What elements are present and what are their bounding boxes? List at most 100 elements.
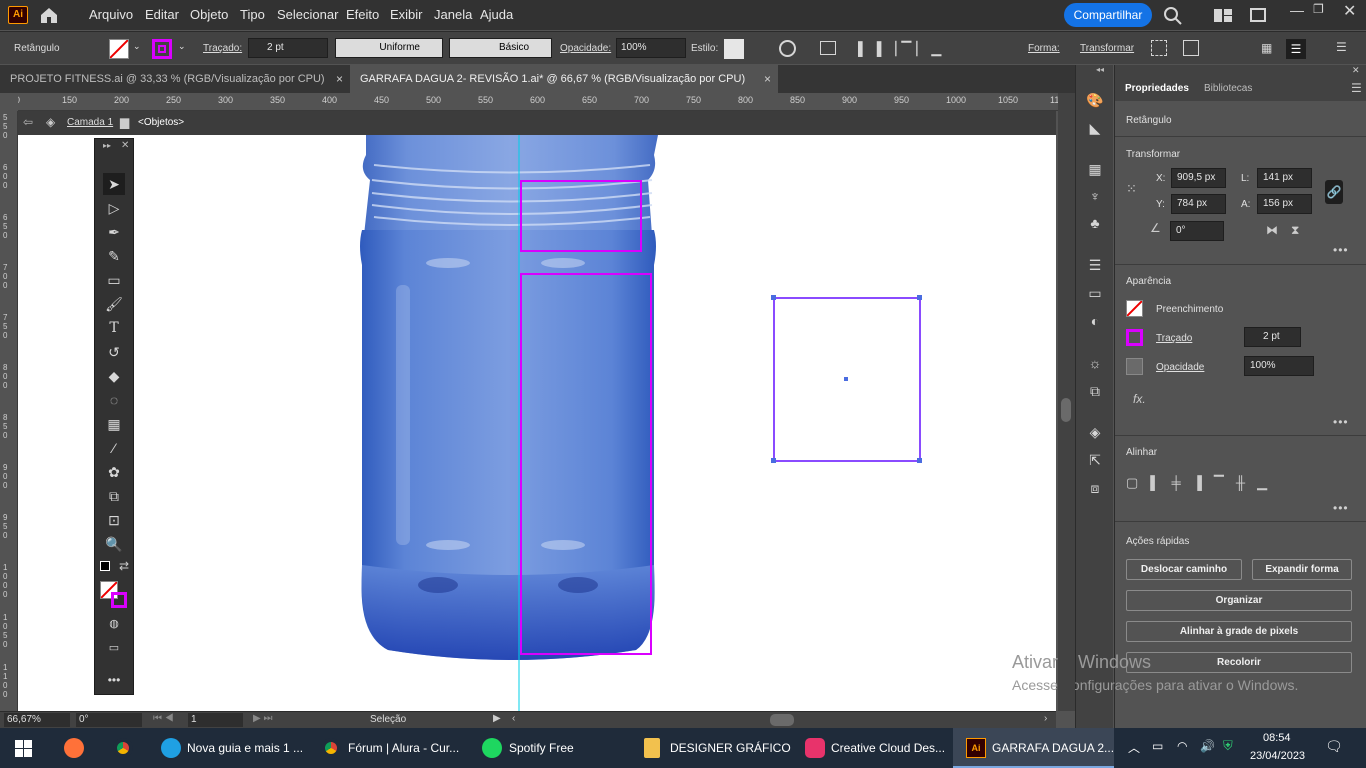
- creative-cloud-icon[interactable]: [805, 738, 825, 758]
- rectangle-tool-icon[interactable]: ▭: [103, 269, 125, 291]
- x-field[interactable]: 909,5 px: [1171, 168, 1226, 188]
- folder-icon[interactable]: [644, 738, 660, 758]
- transform-label[interactable]: Transformar: [1080, 43, 1134, 54]
- close-icon[interactable]: ✕: [1352, 65, 1360, 76]
- flip-horizontal-icon[interactable]: ⧓: [1266, 223, 1278, 237]
- graphic-styles-icon[interactable]: ⧉: [1085, 381, 1105, 401]
- edge-icon[interactable]: [161, 738, 181, 758]
- constrain-proportions-icon[interactable]: 🔗: [1325, 180, 1343, 204]
- stroke-label[interactable]: Traçado: [1156, 333, 1192, 344]
- clock-date[interactable]: 23/04/2023: [1250, 750, 1305, 762]
- draw-mode-icon[interactable]: ◍: [103, 613, 125, 635]
- shape-icon[interactable]: ◣: [1085, 118, 1105, 138]
- zoom-tool-icon[interactable]: 🔍: [103, 533, 125, 555]
- rotation-field[interactable]: 0°: [76, 713, 142, 727]
- brushes-icon[interactable]: ♆: [1085, 186, 1105, 206]
- taskbar-chrome-window[interactable]: Fórum | Alura - Cur...: [348, 728, 459, 768]
- eraser-tool-icon[interactable]: ◆: [103, 365, 125, 387]
- rotation-field[interactable]: 0°: [1170, 221, 1224, 241]
- last-artboard-icon[interactable]: ▶ ⏭: [253, 713, 272, 724]
- close-icon[interactable]: ✕: [121, 140, 129, 151]
- stroke-label[interactable]: Traçado:: [203, 43, 242, 54]
- select-similar-icon[interactable]: [1151, 40, 1167, 56]
- share-button[interactable]: Compartilhar: [1064, 3, 1152, 27]
- edit-toolbar-icon[interactable]: •••: [103, 669, 125, 691]
- stroke-profile-select[interactable]: Uniforme: [335, 38, 443, 58]
- security-icon[interactable]: ⛨: [1223, 738, 1233, 754]
- clock-time[interactable]: 08:54: [1263, 732, 1291, 744]
- reference-point-icon[interactable]: ⁙: [1126, 181, 1137, 197]
- home-icon[interactable]: [38, 5, 60, 25]
- chevron-down-icon[interactable]: ⌄: [133, 41, 141, 52]
- opacity-label[interactable]: Opacidade: [1156, 362, 1204, 373]
- artboard-tool-icon[interactable]: ⊡: [103, 509, 125, 531]
- screen-mode-icon[interactable]: ▭: [103, 637, 125, 659]
- menu-exibir[interactable]: Exibir: [390, 7, 423, 22]
- more-icon[interactable]: ☰: [1336, 40, 1347, 54]
- appearance-icon[interactable]: ☼: [1085, 353, 1105, 373]
- opacity-field[interactable]: 100%: [1244, 356, 1314, 376]
- collapse-icon[interactable]: ▸▸: [103, 141, 111, 150]
- default-colors-icon[interactable]: [100, 561, 110, 571]
- symbols-icon[interactable]: ♣: [1085, 213, 1105, 233]
- horizontal-ruler[interactable]: 0015020025030035040045050055060065070075…: [10, 93, 1059, 111]
- chrome-icon[interactable]: [321, 738, 341, 758]
- chevron-down-icon[interactable]: ⌄: [178, 41, 186, 52]
- flip-vertical-icon[interactable]: ⧗: [1291, 223, 1299, 238]
- zoom-field[interactable]: 66,67%: [4, 713, 70, 727]
- align-buttons[interactable]: ▢▌╪▐▔╫▁: [1126, 475, 1279, 491]
- wifi-icon[interactable]: ◠: [1177, 739, 1187, 753]
- style-swatch[interactable]: [724, 39, 744, 59]
- menu-arquivo[interactable]: Arquivo: [89, 7, 133, 22]
- offset-path-button[interactable]: Deslocar caminho: [1126, 559, 1242, 580]
- illustrator-icon[interactable]: Ai: [966, 738, 986, 758]
- gradient-tool-icon[interactable]: ▦: [103, 413, 125, 435]
- more-options-icon[interactable]: •••: [1333, 243, 1349, 257]
- taskbar-creative-cloud-window[interactable]: Creative Cloud Des...: [831, 728, 945, 768]
- blend-tool-icon[interactable]: ✿: [103, 461, 125, 483]
- pen-tool-icon[interactable]: ✒: [103, 221, 125, 243]
- panel-menu-icon[interactable]: ☰: [1286, 39, 1306, 59]
- chrome-icon[interactable]: [113, 738, 133, 758]
- menu-editar[interactable]: Editar: [145, 7, 179, 22]
- breadcrumb-layer[interactable]: Camada 1: [67, 117, 113, 128]
- opacity-field[interactable]: 100%: [616, 38, 686, 58]
- recolor-icon[interactable]: [779, 40, 796, 57]
- height-field[interactable]: 156 px: [1257, 194, 1312, 214]
- taskbar-edge-window[interactable]: Nova guia e mais 1 ...: [187, 728, 303, 768]
- vertical-scrollbar[interactable]: [1058, 93, 1075, 711]
- isolate-icon[interactable]: [820, 41, 836, 55]
- fill-swatch[interactable]: [1126, 300, 1143, 317]
- stroke-weight-field[interactable]: 2 pt: [248, 38, 328, 58]
- restore-icon[interactable]: ❐: [1313, 2, 1324, 16]
- effects-icon[interactable]: fx.: [1133, 392, 1146, 406]
- menu-efeito[interactable]: Efeito: [346, 7, 379, 22]
- taskbar-illustrator-window[interactable]: GARRAFA DAGUA 2...: [992, 728, 1114, 768]
- stroke-swatch[interactable]: [1126, 329, 1143, 346]
- layers-panel-icon[interactable]: ◈: [1085, 422, 1105, 442]
- selection-tool-icon[interactable]: ➤: [103, 173, 125, 195]
- notifications-icon[interactable]: 🗨: [1325, 738, 1343, 755]
- menu-selecionar[interactable]: Selecionar: [277, 7, 338, 22]
- close-icon[interactable]: ✕: [1343, 1, 1356, 21]
- horizontal-scroll-thumb[interactable]: [770, 714, 794, 726]
- grid-icon[interactable]: ▦: [1261, 41, 1272, 55]
- arrange-button[interactable]: Organizar: [1126, 590, 1352, 611]
- bottle-artwork[interactable]: [18, 135, 1056, 711]
- taskbar-spotify-window[interactable]: Spotify Free: [509, 728, 574, 768]
- arrange-docs-icon[interactable]: [1250, 8, 1266, 22]
- spotify-icon[interactable]: [482, 738, 502, 758]
- stroke-color-icon[interactable]: [111, 592, 127, 608]
- tab-libraries[interactable]: Bibliotecas: [1204, 83, 1252, 94]
- stroke-swatch[interactable]: [152, 39, 172, 59]
- swatches-icon[interactable]: ▦: [1085, 159, 1105, 179]
- minimize-icon[interactable]: —: [1290, 2, 1304, 18]
- paintbrush-tool-icon[interactable]: 🖌: [103, 293, 125, 315]
- more-options-icon[interactable]: •••: [1333, 501, 1349, 515]
- menu-ajuda[interactable]: Ajuda: [480, 7, 513, 22]
- transform-each-icon[interactable]: [1183, 40, 1199, 56]
- chevron-up-icon[interactable]: ︿: [1128, 739, 1140, 756]
- eyedropper-tool-icon[interactable]: ⁄: [103, 437, 125, 459]
- expand-shape-button[interactable]: Expandir forma: [1252, 559, 1352, 580]
- tab-garrafa-dagua[interactable]: GARRAFA DAGUA 2- REVISÃO 1.ai* @ 66,67 %…: [350, 65, 778, 93]
